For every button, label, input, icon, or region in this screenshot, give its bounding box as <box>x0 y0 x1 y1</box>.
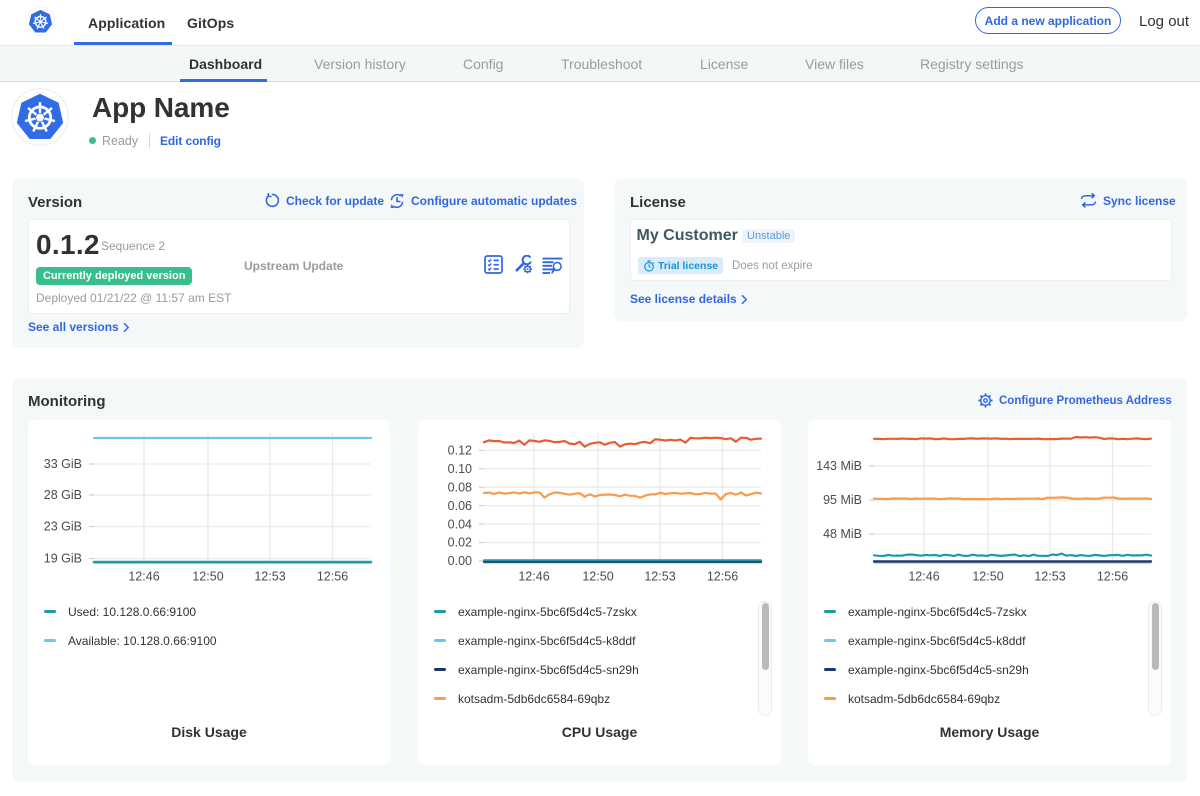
svg-text:12:46: 12:46 <box>908 570 939 584</box>
svg-text:12:56: 12:56 <box>317 570 348 584</box>
svg-text:23 GiB: 23 GiB <box>44 520 82 534</box>
svg-text:12:50: 12:50 <box>972 570 1003 584</box>
svg-text:12:46: 12:46 <box>518 570 549 584</box>
svg-text:143 MiB: 143 MiB <box>816 459 862 473</box>
svg-text:28 GiB: 28 GiB <box>44 488 82 502</box>
svg-text:12:46: 12:46 <box>128 570 159 584</box>
svg-text:12:50: 12:50 <box>582 570 613 584</box>
svg-text:12:53: 12:53 <box>644 570 675 584</box>
svg-text:12:56: 12:56 <box>707 570 738 584</box>
svg-text:0.02: 0.02 <box>448 536 472 550</box>
svg-text:0.12: 0.12 <box>448 444 472 458</box>
svg-text:12:53: 12:53 <box>254 570 285 584</box>
svg-text:12:56: 12:56 <box>1097 570 1128 584</box>
svg-text:19 GiB: 19 GiB <box>44 552 82 566</box>
svg-text:0.08: 0.08 <box>448 480 472 494</box>
svg-text:95 MiB: 95 MiB <box>823 493 862 507</box>
svg-text:48 MiB: 48 MiB <box>823 527 862 541</box>
svg-text:12:53: 12:53 <box>1034 570 1065 584</box>
svg-text:12:50: 12:50 <box>192 570 223 584</box>
svg-text:0.04: 0.04 <box>448 517 472 531</box>
svg-text:0.06: 0.06 <box>448 499 472 513</box>
svg-text:0.00: 0.00 <box>448 554 472 568</box>
svg-text:33 GiB: 33 GiB <box>44 457 82 471</box>
svg-text:0.10: 0.10 <box>448 462 472 476</box>
